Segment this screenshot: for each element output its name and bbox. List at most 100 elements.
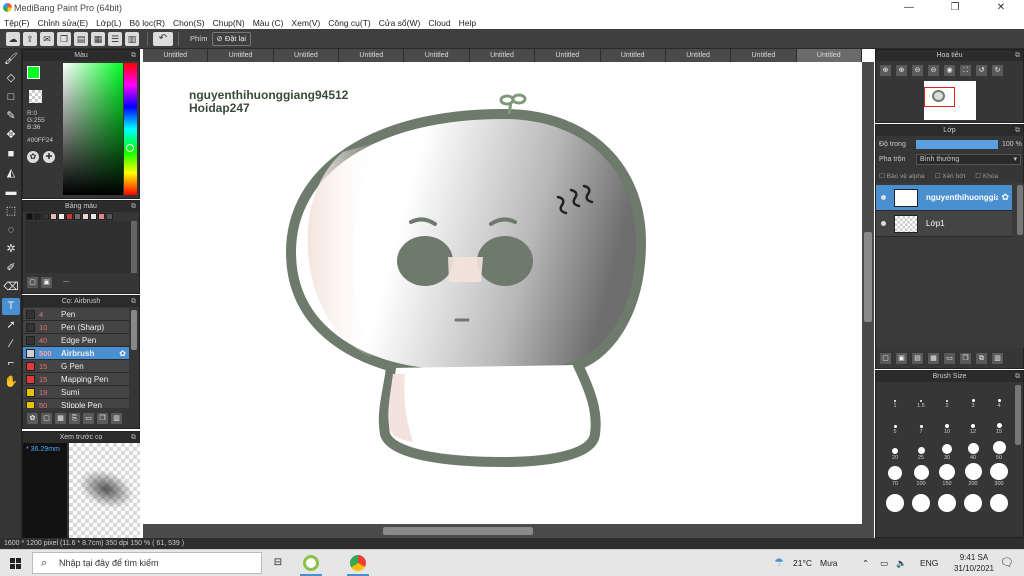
brush-duplicate-icon[interactable]: ❐ — [97, 413, 108, 424]
brush-item[interactable]: 4 Pen — [23, 308, 129, 321]
select-tool-icon[interactable]: ⬚ — [2, 203, 20, 220]
layout-icon[interactable]: ▥ — [125, 31, 139, 46]
document-tab[interactable]: Untitled — [796, 49, 862, 62]
brush-item[interactable]: 10 Pen (Sharp) — [23, 321, 129, 334]
zoom-out-icon[interactable]: ⊖ — [912, 65, 923, 76]
palette-swatch[interactable] — [66, 213, 73, 220]
rotate-right-icon[interactable]: ↻ — [992, 65, 1003, 76]
vertical-scroll-thumb[interactable] — [864, 232, 872, 322]
select-eraser-tool-icon[interactable]: ⌫ — [2, 279, 20, 296]
expand-icon[interactable]: ⧉ — [131, 432, 136, 443]
layer-row[interactable]: Lớp1 — [876, 211, 1012, 237]
divide-tool-icon[interactable]: ∕ — [2, 336, 20, 353]
rotate-reset-icon[interactable]: ◉ — [944, 65, 955, 76]
upload-icon[interactable]: ⇪ — [23, 31, 37, 46]
layer-folder-icon[interactable]: ▭ — [944, 353, 955, 364]
palette-folder-icon[interactable]: ▣ — [41, 277, 52, 288]
brush-size-option[interactable]: 70 — [882, 463, 908, 489]
zoom-in-alt-icon[interactable]: ⊕ — [896, 65, 907, 76]
move-tool-icon[interactable]: ✥ — [2, 127, 20, 144]
brush-size-option[interactable]: 5 — [882, 411, 908, 437]
brush-size-option[interactable] — [960, 489, 986, 515]
rect-tool-icon[interactable]: □ — [2, 89, 20, 106]
brush-settings-icon[interactable]: ✿ — [27, 413, 38, 424]
saturation-value-picker[interactable] — [63, 63, 123, 195]
notification-icon[interactable]: 🗨 — [1000, 550, 1014, 576]
document-tab[interactable]: Untitled — [143, 49, 209, 62]
document-tab[interactable]: Untitled — [665, 49, 732, 62]
brush-size-option[interactable]: 100 — [908, 463, 934, 489]
taskbar-search-input[interactable]: ⌕ Nhập tại đây để tìm kiếm — [32, 552, 262, 574]
document-tab[interactable]: Untitled — [469, 49, 536, 62]
document-tab[interactable]: Untitled — [273, 49, 340, 62]
brush-item[interactable]: 50 Stipple Pen — [23, 399, 129, 408]
operation-tool-icon[interactable]: ➚ — [2, 317, 20, 334]
hue-slider[interactable] — [124, 63, 137, 195]
copy-icon[interactable]: ❐ — [57, 31, 71, 46]
brush-size-option[interactable] — [908, 489, 934, 515]
brush-scrollbar[interactable] — [131, 310, 137, 350]
palette-swatch[interactable] — [42, 213, 49, 220]
select-pen-tool-icon[interactable]: ✐ — [2, 260, 20, 277]
brush-delete-icon[interactable]: ▥ — [111, 413, 122, 424]
brush-size-option[interactable]: 50 — [986, 437, 1012, 463]
comment-icon[interactable]: ✉ — [40, 31, 54, 46]
expand-icon[interactable]: ⧉ — [131, 50, 136, 61]
menu-cloud[interactable]: Cloud — [428, 18, 450, 28]
merge-layer-icon[interactable]: ⧉ — [976, 353, 987, 364]
language-indicator[interactable]: ENG — [920, 550, 938, 576]
speaker-icon[interactable]: 🔈 — [896, 550, 907, 576]
gear-icon[interactable]: ✿ — [119, 349, 126, 358]
new-halftone-layer-icon[interactable]: ▣ — [896, 353, 907, 364]
tray-chevron-icon[interactable]: ⌃ — [862, 550, 869, 576]
reset-button[interactable]: ⊘ Đặt lại — [211, 31, 252, 46]
palette-swatch[interactable] — [74, 213, 81, 220]
opacity-slider[interactable] — [916, 140, 998, 149]
navigator-thumbnail[interactable] — [924, 81, 976, 120]
palette-list[interactable] — [25, 221, 131, 273]
text-tool-icon[interactable]: T — [2, 298, 20, 315]
brush-size-option[interactable]: 3 — [960, 385, 986, 411]
brush-size-option[interactable]: 15 — [986, 411, 1012, 437]
fill-shape-tool-icon[interactable]: ■ — [2, 146, 20, 163]
close-button[interactable]: ✕ — [978, 0, 1024, 16]
menu-tools[interactable]: Công cụ(T) — [328, 18, 371, 28]
menu-help[interactable]: Help — [459, 18, 476, 28]
document-tab[interactable]: Untitled — [208, 49, 274, 62]
duplicate-layer-icon[interactable]: ❐ — [960, 353, 971, 364]
magic-wand-tool-icon[interactable]: ✲ — [2, 241, 20, 258]
palette-wheel-icon[interactable]: ✿ — [27, 151, 39, 163]
brush-size-option[interactable]: 4 — [986, 385, 1012, 411]
brush-tool-icon[interactable]: 🖌 — [2, 51, 20, 68]
brush-size-option[interactable]: 10 — [934, 411, 960, 437]
palette-swatch[interactable] — [98, 213, 105, 220]
zoom-out-alt-icon[interactable]: ⊖ — [928, 65, 939, 76]
network-icon[interactable]: ▭ — [880, 550, 888, 576]
palette-scrollbar[interactable] — [131, 221, 137, 273]
palette-swatch[interactable] — [90, 213, 97, 220]
expand-icon[interactable]: ⧉ — [1015, 125, 1020, 136]
brush-item[interactable]: 500 Airbrush ✿ — [23, 347, 129, 360]
brush-item[interactable]: 15 Mapping Pen — [23, 373, 129, 386]
brush-size-option[interactable]: 2 — [934, 385, 960, 411]
brush-size-scrollbar[interactable] — [1015, 385, 1021, 445]
new-brush-icon[interactable]: ▢ — [41, 413, 52, 424]
palette-swatch[interactable] — [82, 213, 89, 220]
protect-alpha-checkbox[interactable]: ☐ Bảo vệ alpha — [879, 172, 925, 180]
chrome-taskbar-icon[interactable] — [350, 555, 366, 571]
primary-color-swatch[interactable] — [27, 66, 40, 79]
new-layer-icon[interactable]: ▢ — [880, 353, 891, 364]
delete-layer-icon[interactable]: ▥ — [992, 353, 1003, 364]
medibang-taskbar-icon[interactable] — [303, 555, 319, 571]
brush-item[interactable]: 15 G Pen — [23, 360, 129, 373]
menu-layer[interactable]: Lớp(L) — [96, 18, 121, 28]
document-tab[interactable]: Untitled — [600, 49, 666, 62]
add-layer-menu-icon[interactable]: ▦ — [928, 353, 939, 364]
brush-folder-icon[interactable]: ▭ — [83, 413, 94, 424]
palette-swatch[interactable] — [26, 213, 33, 220]
blend-mode-select[interactable]: Bình thường ▾ — [916, 154, 1021, 165]
hue-slider-handle[interactable] — [126, 144, 134, 152]
zoom-in-icon[interactable]: ⊕ — [880, 65, 891, 76]
brush-size-option[interactable] — [934, 489, 960, 515]
document-tab[interactable]: Untitled — [535, 49, 601, 62]
